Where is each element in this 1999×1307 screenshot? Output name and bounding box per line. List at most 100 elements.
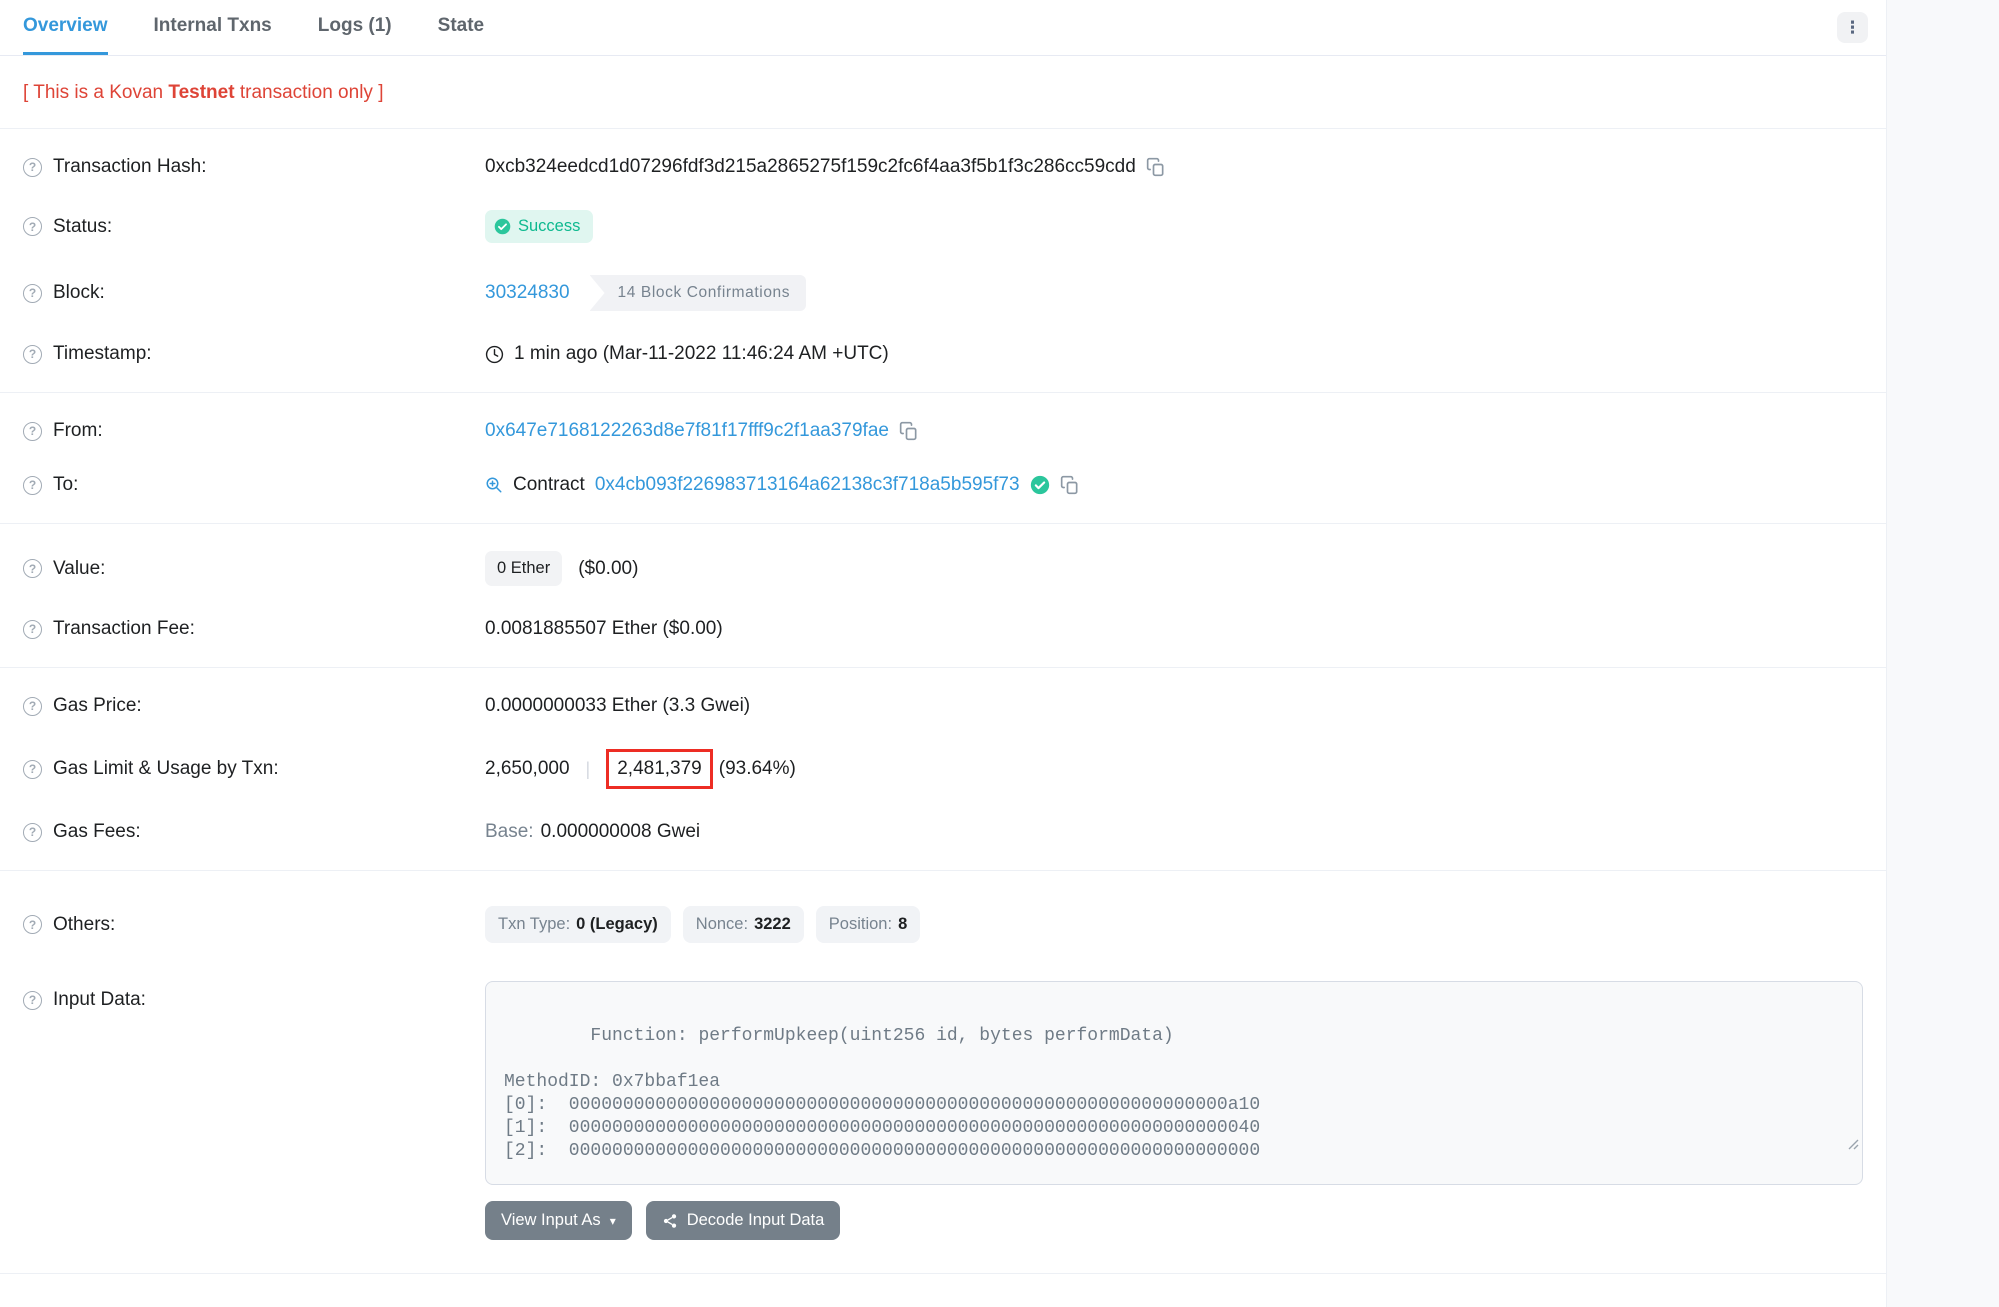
row-from: ? From: 0x647e7168122263d8e7f81f17fff9c2…	[23, 404, 1863, 458]
help-icon[interactable]: ?	[23, 823, 42, 842]
help-icon[interactable]: ?	[23, 559, 42, 578]
row-block: ? Block: 30324830 14 Block Confirmations	[23, 259, 1863, 327]
row-label: ? Transaction Fee:	[23, 618, 485, 640]
gas-used-percent: (93.64%)	[719, 758, 796, 780]
help-icon[interactable]: ?	[23, 422, 42, 441]
transaction-hash-value: 0xcb324eedcd1d07296fdf3d215a2865275f159c…	[485, 156, 1136, 178]
row-transaction-fee: ? Transaction Fee: 0.0081885507 Ether ($…	[23, 602, 1863, 656]
section-addresses: ? From: 0x647e7168122263d8e7f81f17fff9c2…	[0, 393, 1886, 524]
gas-fees-base-label: Base:	[485, 821, 534, 843]
to-contract-prefix: Contract	[513, 474, 585, 496]
footer-space	[0, 1274, 1886, 1304]
verified-contract-icon	[1030, 475, 1050, 495]
row-value: ? Value: 0 Ether ($0.00)	[23, 535, 1863, 602]
help-icon[interactable]: ?	[23, 284, 42, 303]
row-label: ? To:	[23, 474, 485, 496]
transaction-fee-label: Transaction Fee:	[53, 618, 195, 640]
gas-price-label: Gas Price:	[53, 695, 142, 717]
transaction-card: Overview Internal Txns Logs (1) State ⋮ …	[0, 0, 1887, 1307]
testnet-warning: [ This is a Kovan Testnet transaction on…	[0, 56, 1886, 129]
value-label: Value:	[53, 558, 105, 580]
clock-icon	[485, 345, 504, 364]
resize-handle[interactable]	[1738, 1112, 1859, 1181]
from-address-link[interactable]: 0x647e7168122263d8e7f81f17fff9c2f1aa379f…	[485, 420, 889, 442]
nonce-value: 3222	[754, 915, 791, 934]
gas-separator: |	[586, 759, 591, 780]
row-input-data: ? Input Data: Function: performUpkeep(ui…	[23, 959, 1863, 1185]
help-icon[interactable]: ?	[23, 697, 42, 716]
nonce-badge: Nonce: 3222	[683, 906, 804, 943]
row-label: ? From:	[23, 420, 485, 442]
section-value: ? Value: 0 Ether ($0.00) ? Transaction F…	[0, 524, 1886, 668]
value-usd: ($0.00)	[578, 558, 638, 580]
view-input-as-button[interactable]: View Input As ▾	[485, 1201, 632, 1240]
help-icon[interactable]: ?	[23, 991, 42, 1010]
others-label: Others:	[53, 914, 115, 936]
view-input-as-label: View Input As	[501, 1211, 601, 1230]
gas-fees-base-value: 0.000000008 Gwei	[541, 821, 701, 843]
success-check-icon	[494, 218, 511, 235]
copy-icon[interactable]	[1060, 475, 1080, 495]
help-icon[interactable]: ?	[23, 620, 42, 639]
gas-price-value: 0.0000000033 Ether (3.3 Gwei)	[485, 695, 750, 717]
transaction-hash-label: Transaction Hash:	[53, 156, 206, 178]
gas-used-annotation-box: 2,481,379	[606, 749, 713, 789]
help-icon[interactable]: ?	[23, 217, 42, 236]
row-label: ? Timestamp:	[23, 343, 485, 365]
status-value: Success	[518, 217, 580, 236]
row-gas-limit: ? Gas Limit & Usage by Txn: 2,650,000 | …	[23, 733, 1863, 805]
row-others: ? Others: Txn Type: 0 (Legacy) Nonce: 32…	[23, 882, 1863, 959]
row-label: ? Gas Limit & Usage by Txn:	[23, 758, 485, 780]
row-label: ? Others:	[23, 914, 485, 936]
tab-overview[interactable]: Overview	[23, 0, 108, 55]
warning-suffix: transaction only ]	[235, 82, 384, 103]
row-gas-fees: ? Gas Fees: Base: 0.000000008 Gwei	[23, 805, 1863, 859]
warning-bold: Testnet	[168, 82, 234, 103]
gas-limit-value: 2,650,000	[485, 758, 570, 780]
zoom-in-icon[interactable]	[485, 476, 503, 494]
gas-limit-label: Gas Limit & Usage by Txn:	[53, 758, 279, 780]
row-transaction-hash: ? Transaction Hash: 0xcb324eedcd1d07296f…	[23, 140, 1863, 194]
input-data-textarea[interactable]: Function: performUpkeep(uint256 id, byte…	[485, 981, 1863, 1185]
to-label: To:	[53, 474, 78, 496]
transaction-fee-value: 0.0081885507 Ether ($0.00)	[485, 618, 723, 640]
row-label: ? Gas Fees:	[23, 821, 485, 843]
tab-internal-txns[interactable]: Internal Txns	[154, 0, 272, 55]
copy-icon[interactable]	[1146, 157, 1166, 177]
help-icon[interactable]: ?	[23, 915, 42, 934]
block-confirmations-badge: 14 Block Confirmations	[590, 275, 807, 311]
section-others-input: ? Others: Txn Type: 0 (Legacy) Nonce: 32…	[0, 871, 1886, 1273]
kebab-menu-button[interactable]: ⋮	[1837, 12, 1868, 43]
row-timestamp: ? Timestamp: 1 min ago (Mar-11-2022 11:4…	[23, 327, 1863, 381]
position-label: Position:	[829, 915, 892, 934]
block-label: Block:	[53, 282, 105, 304]
gas-used-value: 2,481,379	[617, 758, 702, 779]
block-number-link[interactable]: 30324830	[485, 282, 570, 304]
row-label: ? Input Data:	[23, 981, 485, 1011]
row-label: ? Value:	[23, 558, 485, 580]
warning-prefix: [ This is a Kovan	[23, 82, 168, 103]
row-label: ? Block:	[23, 282, 485, 304]
position-value: 8	[898, 915, 907, 934]
status-badge: Success	[485, 210, 593, 243]
help-icon[interactable]: ?	[23, 760, 42, 779]
row-label: ? Gas Price:	[23, 695, 485, 717]
txn-type-label: Txn Type:	[498, 915, 570, 934]
input-data-label: Input Data:	[53, 989, 146, 1011]
tab-logs[interactable]: Logs (1)	[318, 0, 392, 55]
to-address-link[interactable]: 0x4cb093f226983713164a62138c3f718a5b595f…	[595, 474, 1020, 496]
row-label: ? Status:	[23, 216, 485, 238]
decode-input-data-button[interactable]: Decode Input Data	[646, 1201, 841, 1240]
txn-type-value: 0 (Legacy)	[576, 915, 658, 934]
copy-icon[interactable]	[899, 421, 919, 441]
help-icon[interactable]: ?	[23, 476, 42, 495]
help-icon[interactable]: ?	[23, 158, 42, 177]
help-icon[interactable]: ?	[23, 345, 42, 364]
decode-icon	[662, 1213, 678, 1229]
txn-type-badge: Txn Type: 0 (Legacy)	[485, 906, 671, 943]
row-status: ? Status: Success	[23, 194, 1863, 259]
row-to: ? To: Contract 0x4cb093f226983713164a621…	[23, 458, 1863, 512]
status-label: Status:	[53, 216, 112, 238]
from-label: From:	[53, 420, 103, 442]
tab-state[interactable]: State	[438, 0, 484, 55]
